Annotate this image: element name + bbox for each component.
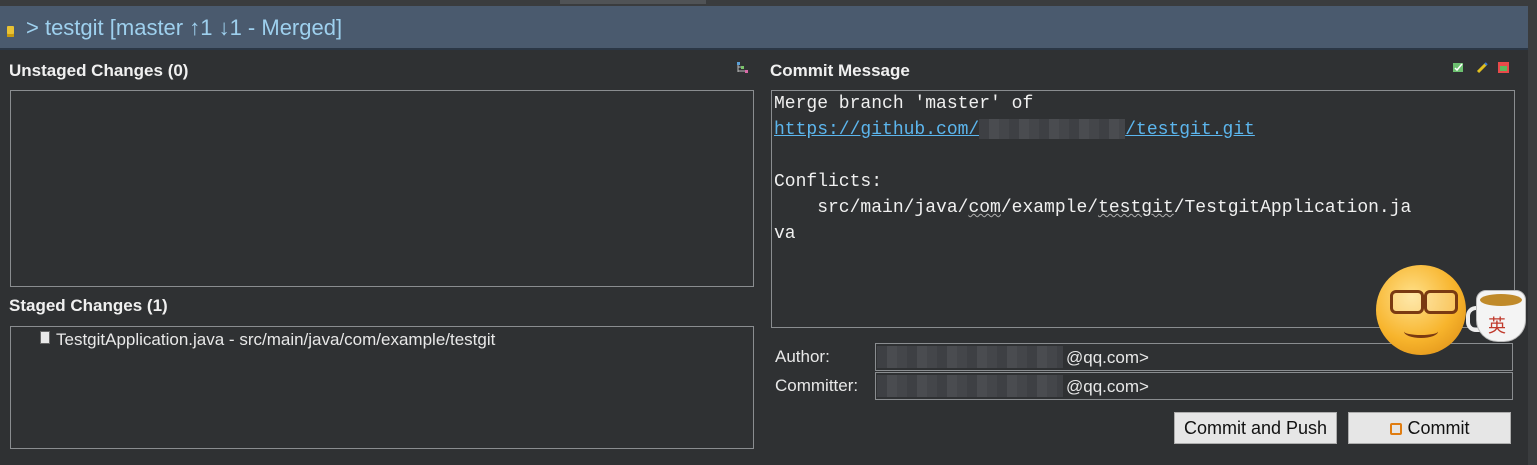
repository-icon (7, 26, 14, 37)
committer-field[interactable]: @qq.com> (875, 372, 1513, 400)
conflict-path-mid: /example/ (1000, 198, 1099, 218)
commit-message-label: Commit Message (770, 61, 910, 80)
staging-view-header: > testgit [master ↑1 ↓1 - Merged] (0, 6, 1528, 50)
author-label: Author: (775, 347, 830, 366)
spell-check-icon[interactable] (1452, 61, 1465, 74)
redacted-committer (877, 375, 1063, 397)
conflict-path-testgit: testgit (1098, 198, 1174, 218)
java-file-icon (40, 331, 50, 344)
conflict-path-prefix: src/main/java/ (774, 198, 969, 218)
commit-icon (1389, 423, 1402, 435)
repository-title: > testgit [master ↑1 ↓1 - Merged] (26, 15, 343, 40)
author-email-suffix: @qq.com> (1066, 348, 1149, 367)
committer-label: Committer: (775, 376, 859, 395)
commit-button[interactable]: Commit (1348, 412, 1511, 444)
smiley-face-icon (1376, 265, 1466, 355)
conflicts-label: Conflicts: (774, 172, 883, 192)
tea-cup-icon[interactable]: 英 (1466, 280, 1534, 344)
redacted-username (979, 119, 1126, 140)
commit-label: Commit (1407, 418, 1470, 438)
committer-email-suffix: @qq.com> (1066, 377, 1149, 396)
tree-presentation-icon[interactable] (736, 61, 749, 74)
conflict-path-wrap: va (774, 224, 796, 244)
vertical-scrollbar[interactable] (1528, 0, 1537, 465)
ime-language-indicator: 英 (1488, 316, 1506, 336)
redacted-author (877, 346, 1063, 368)
staged-changes-label: Staged Changes (1) (9, 296, 168, 315)
message-line-1: Merge branch 'master' of (774, 94, 1034, 114)
amend-icon[interactable] (1476, 61, 1489, 74)
conflict-path-com: com (968, 198, 1001, 218)
commit-and-push-label: Commit and Push (1183, 418, 1328, 438)
repo-url-prefix[interactable]: https://github.com/ (774, 120, 979, 140)
unstaged-changes-list[interactable] (10, 90, 754, 287)
commit-and-push-button[interactable]: Commit and Push (1174, 412, 1337, 444)
conflict-path-line: src/main/java/com/example/testgit/Testgi… (774, 195, 1411, 221)
message-link-line[interactable]: https://github.com/ /testgit.git (774, 117, 1255, 143)
conflict-path-rest: /TestgitApplication.ja (1173, 198, 1412, 218)
unstaged-changes-label: Unstaged Changes (0) (9, 61, 189, 80)
repo-url-suffix[interactable]: /testgit.git (1125, 120, 1255, 140)
staged-file-item[interactable]: TestgitApplication.java - src/main/java/… (56, 330, 495, 350)
active-tab-indicator (560, 0, 706, 4)
signed-off-by-icon[interactable] (1497, 61, 1510, 74)
